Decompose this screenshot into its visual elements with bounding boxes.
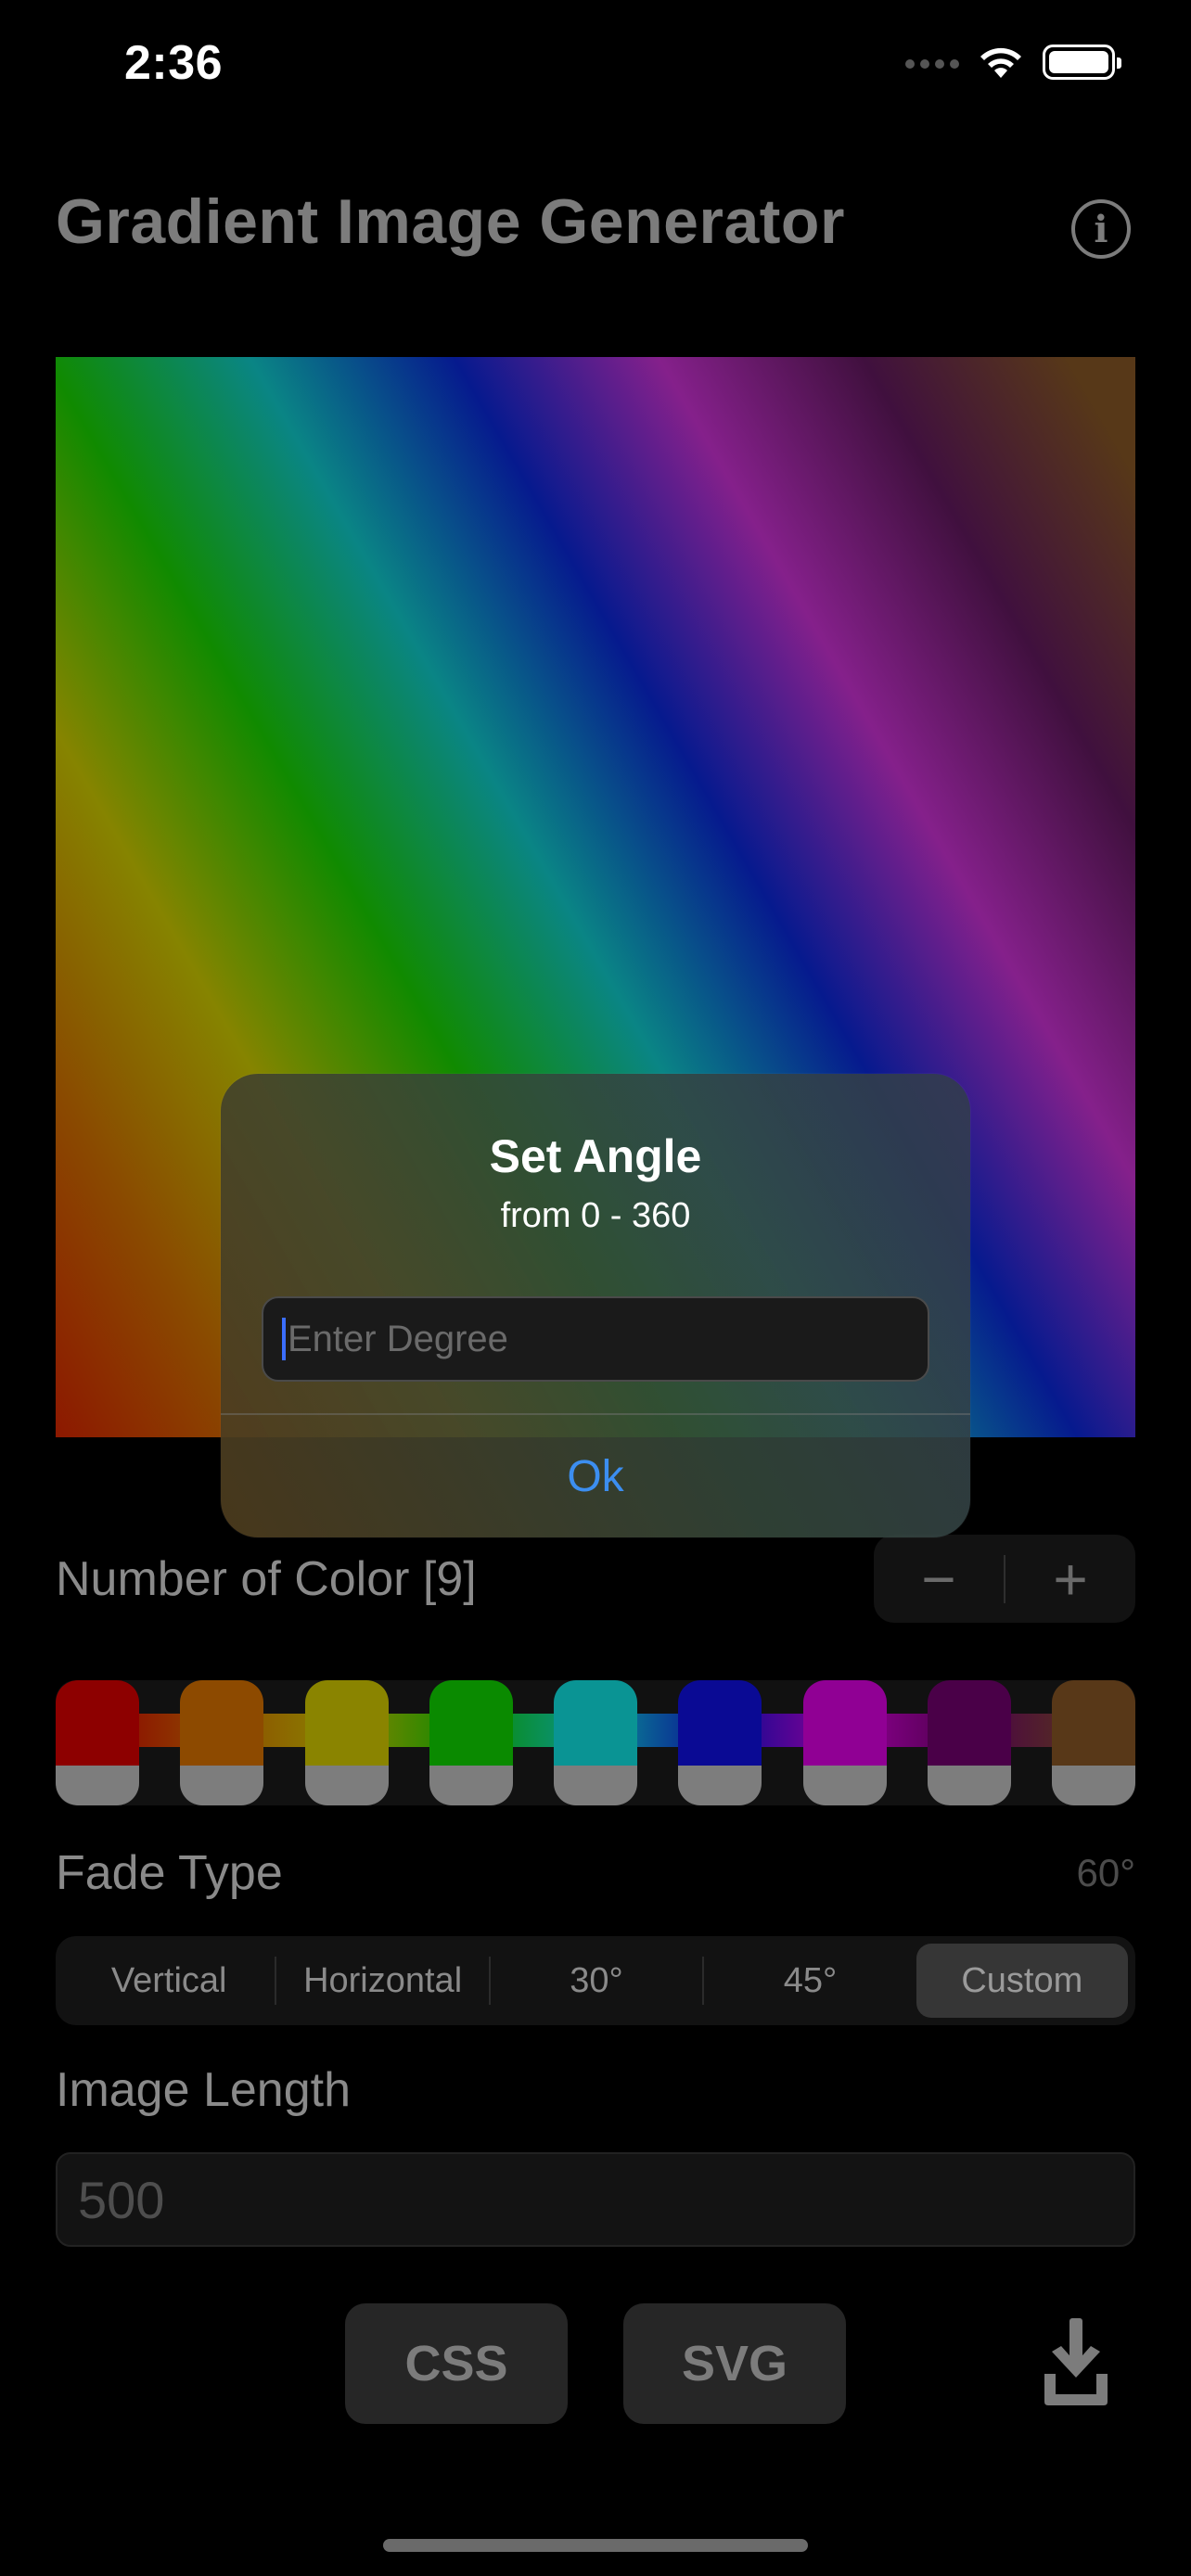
info-icon[interactable]: i	[1071, 199, 1131, 259]
status-time: 2:36	[124, 36, 224, 90]
alert-message: from 0 - 360	[500, 1196, 691, 1235]
image-length-label: Image Length	[56, 2063, 352, 2117]
wifi-icon	[980, 47, 1021, 78]
text-caret	[282, 1318, 286, 1360]
decrement-button[interactable]: −	[874, 1535, 1004, 1623]
swatch-handle	[554, 1766, 637, 1805]
color-swatch[interactable]	[429, 1680, 513, 1805]
swatch-handle	[928, 1766, 1011, 1805]
segment-horizontal[interactable]: Horizontal	[276, 1944, 488, 2018]
number-of-color-label: Number of Color [9]	[56, 1552, 477, 1606]
color-swatch[interactable]	[305, 1680, 389, 1805]
segment-45-degrees[interactable]: 45°	[704, 1944, 916, 2018]
swatch-color	[554, 1680, 637, 1766]
color-swatch[interactable]	[1052, 1680, 1135, 1805]
swatch-color	[180, 1680, 263, 1766]
swatch-color	[305, 1680, 389, 1766]
cellular-signal-icon	[905, 48, 959, 76]
swatch-handle	[180, 1766, 263, 1805]
fade-type-segmented-control: Vertical Horizontal 30° 45° Custom	[56, 1936, 1135, 2025]
swatch-color	[803, 1680, 887, 1766]
download-icon[interactable]	[1041, 2318, 1111, 2407]
swatch-handle	[305, 1766, 389, 1805]
swatch-handle	[429, 1766, 513, 1805]
color-swatch[interactable]	[678, 1680, 762, 1805]
color-swatch[interactable]	[928, 1680, 1011, 1805]
segment-30-degrees[interactable]: 30°	[491, 1944, 702, 2018]
segment-custom[interactable]: Custom	[916, 1944, 1129, 2018]
ok-button[interactable]: Ok	[221, 1415, 970, 1537]
swatch-handle	[1052, 1766, 1135, 1805]
color-swatch-track	[56, 1680, 1135, 1805]
segment-vertical[interactable]: Vertical	[63, 1944, 275, 2018]
swatch-color	[429, 1680, 513, 1766]
battery-icon	[1043, 45, 1121, 80]
svg-button[interactable]: SVG	[623, 2303, 846, 2424]
color-count-stepper: − +	[874, 1535, 1135, 1623]
swatch-handle	[56, 1766, 139, 1805]
image-length-input[interactable]: 500	[56, 2152, 1135, 2247]
color-swatch[interactable]	[803, 1680, 887, 1805]
fade-angle-value: 60°	[1076, 1851, 1135, 1894]
swatch-color	[928, 1680, 1011, 1766]
increment-button[interactable]: +	[1005, 1535, 1135, 1623]
swatch-handle	[803, 1766, 887, 1805]
status-icons	[905, 45, 1121, 80]
swatch-color	[56, 1680, 139, 1766]
css-button[interactable]: CSS	[345, 2303, 568, 2424]
color-swatch[interactable]	[56, 1680, 139, 1805]
set-angle-alert: Set Angle from 0 - 360 Enter Degree Ok	[221, 1074, 970, 1537]
degree-input-placeholder: Enter Degree	[288, 1318, 508, 1359]
color-swatch[interactable]	[180, 1680, 263, 1805]
swatch-handle	[678, 1766, 762, 1805]
swatch-color	[1052, 1680, 1135, 1766]
degree-input[interactable]: Enter Degree	[262, 1296, 929, 1382]
alert-title: Set Angle	[489, 1130, 702, 1182]
swatch-color	[678, 1680, 762, 1766]
fade-type-label: Fade Type	[56, 1846, 283, 1900]
page-title: Gradient Image Generator	[56, 186, 845, 257]
home-indicator	[383, 2539, 808, 2552]
color-swatch[interactable]	[554, 1680, 637, 1805]
